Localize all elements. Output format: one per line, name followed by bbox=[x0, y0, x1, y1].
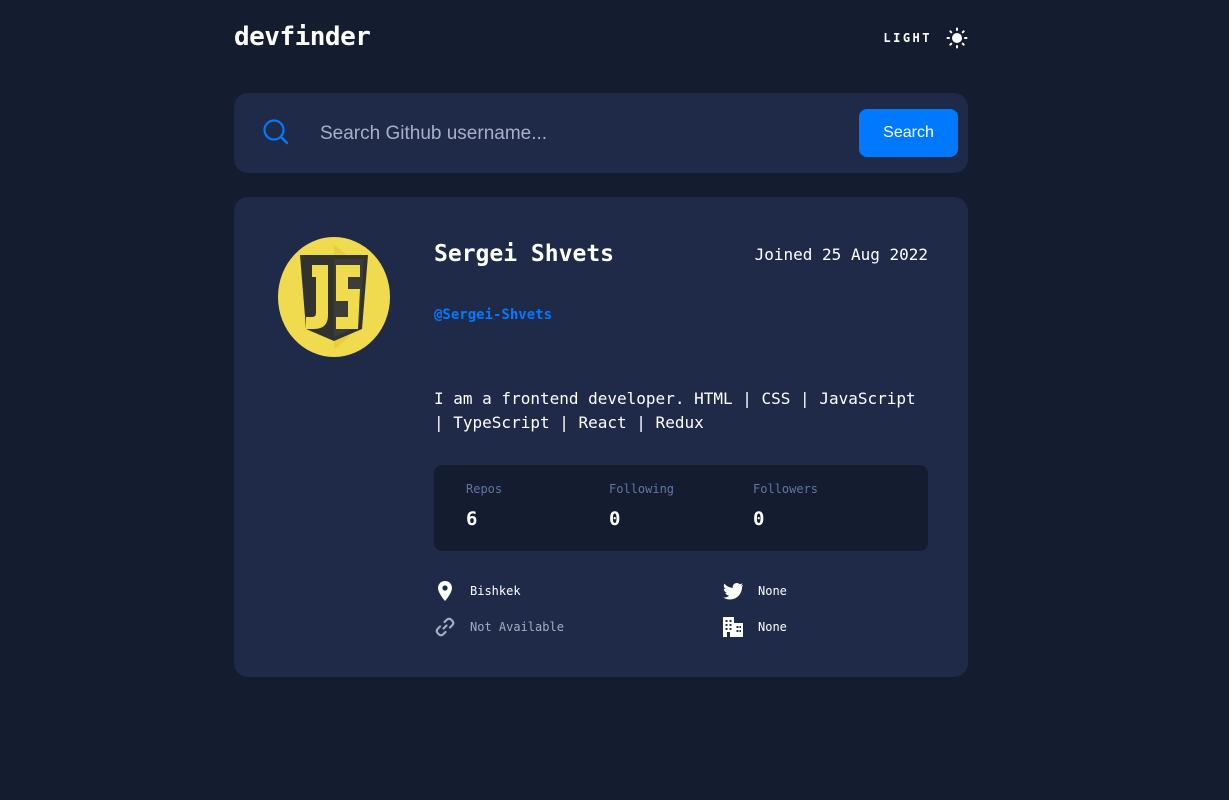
stat-repos: Repos 6 bbox=[466, 482, 502, 530]
location-text: Bishkek bbox=[470, 584, 521, 598]
building-icon bbox=[722, 616, 744, 638]
stat-repos-label: Repos bbox=[466, 482, 503, 496]
location-pin-icon bbox=[434, 580, 456, 602]
search-button[interactable]: Search bbox=[859, 109, 958, 157]
stat-followers-value: 0 bbox=[753, 508, 765, 530]
profile-login-link[interactable]: @Sergei-Shvets bbox=[434, 307, 552, 323]
twitter-icon bbox=[722, 580, 744, 602]
avatar bbox=[278, 237, 390, 357]
location-item: Bishkek bbox=[434, 579, 521, 603]
blog-item: Not Available bbox=[434, 615, 564, 639]
twitter-text: None bbox=[758, 584, 787, 598]
header: devfinder LIGHT bbox=[234, 20, 968, 56]
app-logo: devfinder bbox=[234, 22, 371, 52]
stats-panel: Repos 6 Following 0 Followers 0 bbox=[434, 465, 928, 551]
stat-following-label: Following bbox=[609, 482, 675, 496]
company-item: None bbox=[722, 615, 787, 639]
joined-date: Joined 25 Aug 2022 bbox=[754, 245, 928, 264]
search-bar: Search bbox=[234, 93, 968, 173]
sun-icon[interactable] bbox=[946, 27, 968, 49]
stat-following-value: 0 bbox=[609, 508, 621, 530]
twitter-item: None bbox=[722, 579, 787, 603]
search-icon bbox=[262, 118, 290, 150]
stat-following: Following 0 bbox=[609, 482, 674, 530]
blog-text: Not Available bbox=[470, 620, 564, 634]
link-icon bbox=[434, 616, 456, 638]
profile-bio: I am a frontend developer. HTML | CSS | … bbox=[434, 389, 916, 432]
profile-name: Sergei Shvets bbox=[434, 241, 615, 267]
profile-links: Bishkek Not Available None None bbox=[434, 581, 928, 641]
search-input[interactable] bbox=[318, 113, 842, 155]
theme-toggle-label[interactable]: LIGHT bbox=[883, 31, 932, 45]
stat-followers-label: Followers bbox=[753, 482, 819, 496]
stat-followers: Followers 0 bbox=[753, 482, 818, 530]
profile-card: Sergei Shvets Joined 25 Aug 2022 @Sergei… bbox=[234, 197, 968, 677]
stat-repos-value: 6 bbox=[466, 508, 478, 530]
company-text: None bbox=[758, 620, 787, 634]
theme-toggle-button[interactable]: LIGHT bbox=[883, 26, 968, 50]
